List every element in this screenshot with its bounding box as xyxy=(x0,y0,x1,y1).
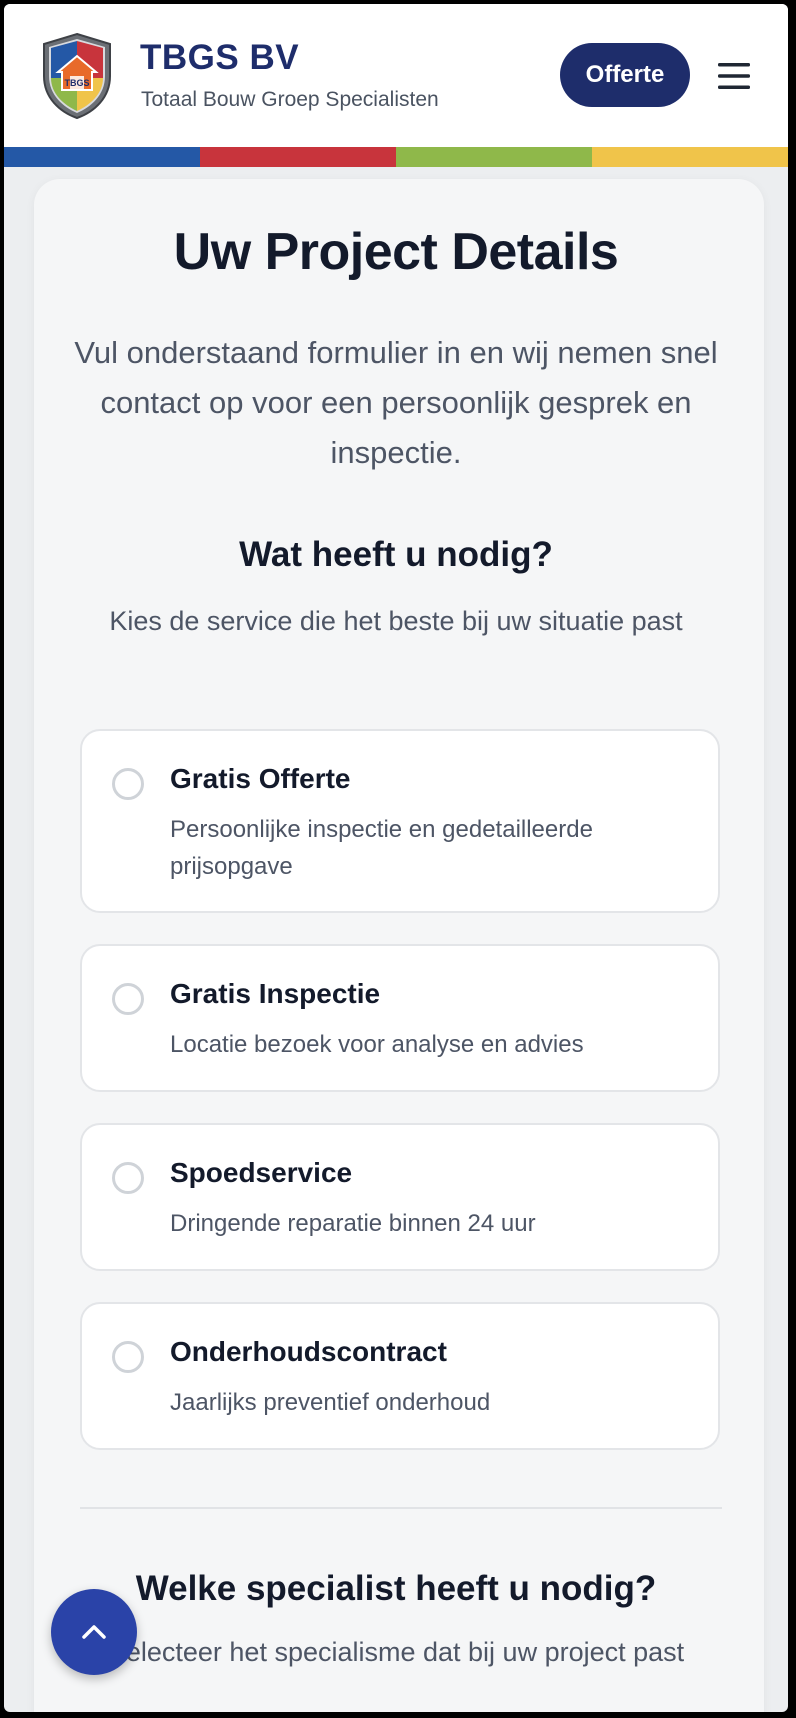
option-title: Gratis Offerte xyxy=(170,763,351,794)
specialist-section-subtitle: Selecteer het specialisme dat bij uw pro… xyxy=(107,1637,685,1667)
radio-button[interactable] xyxy=(112,768,144,800)
device-screen: TBGS TBGS BV Totaal Bouw Groep Specialis… xyxy=(4,4,788,1712)
option-description: Locatie bezoek voor analyse en advies xyxy=(170,1031,584,1058)
service-option-gratis-inspectie[interactable]: Gratis Inspectie Locatie bezoek voor ana… xyxy=(80,944,720,1092)
radio-button[interactable] xyxy=(112,1341,144,1373)
offerte-button[interactable]: Offerte xyxy=(560,43,690,107)
option-description: Persoonlijke inspectie en gedetailleerde… xyxy=(170,816,593,880)
service-section-subtitle: Kies de service die het beste bij uw sit… xyxy=(109,606,683,636)
scroll-to-top-button[interactable] xyxy=(51,1589,137,1675)
color-bar-green xyxy=(396,147,592,167)
color-bar-blue xyxy=(4,147,200,167)
color-bar-red xyxy=(200,147,396,167)
option-description: Dringende reparatie binnen 24 uur xyxy=(170,1210,536,1237)
radio-button[interactable] xyxy=(112,983,144,1015)
color-bar-yellow xyxy=(592,147,788,167)
option-description: Jaarlijks preventief onderhoud xyxy=(170,1389,491,1416)
brand-color-bar xyxy=(4,147,788,167)
page-title: Uw Project Details xyxy=(173,223,619,281)
service-section-title: Wat heeft u nodig? xyxy=(239,535,553,574)
option-title: Gratis Inspectie xyxy=(170,978,381,1009)
radio-button[interactable] xyxy=(112,1162,144,1194)
service-option-gratis-offerte[interactable]: Gratis Offerte Persoonlijke inspectie en… xyxy=(80,729,720,913)
hamburger-icon[interactable] xyxy=(718,62,750,90)
service-option-spoedservice[interactable]: Spoedservice Dringende reparatie binnen … xyxy=(80,1123,720,1271)
brand-title: TBGS BV xyxy=(140,38,300,77)
page-intro: Vul onderstaand formulier in en wij neme… xyxy=(74,335,718,470)
option-title: Spoedservice xyxy=(170,1157,353,1188)
section-divider xyxy=(80,1507,722,1509)
option-title: Onderhoudscontract xyxy=(170,1336,447,1367)
logo-lettering: TBGS xyxy=(64,78,89,88)
brand-subtitle: Totaal Bouw Groep Specialisten xyxy=(141,88,439,111)
chevron-up-icon xyxy=(82,1625,106,1639)
shield-logo-icon[interactable]: TBGS xyxy=(40,32,114,120)
service-option-onderhoudscontract[interactable]: Onderhoudscontract Jaarlijks preventief … xyxy=(80,1302,720,1450)
site-header: TBGS TBGS BV Totaal Bouw Groep Specialis… xyxy=(4,4,788,147)
